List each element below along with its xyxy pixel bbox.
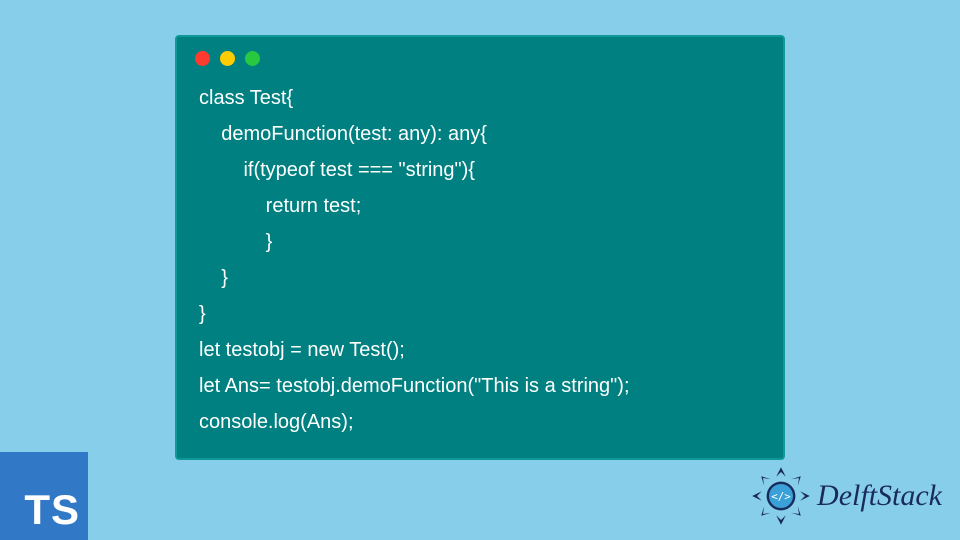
delftstack-label: DelftStack <box>817 479 942 513</box>
code-window: class Test{ demoFunction(test: any): any… <box>175 35 785 460</box>
window-traffic-lights <box>177 37 783 74</box>
typescript-badge-label: TS <box>24 486 80 534</box>
minimize-dot-icon <box>220 51 235 66</box>
delftstack-logo: </> DelftStack <box>751 466 942 526</box>
code-block: class Test{ demoFunction(test: any): any… <box>177 74 783 440</box>
typescript-badge-icon: TS <box>0 452 88 540</box>
close-dot-icon <box>195 51 210 66</box>
maximize-dot-icon <box>245 51 260 66</box>
svg-text:</>: </> <box>771 490 791 503</box>
delftstack-crest-icon: </> <box>751 466 811 526</box>
